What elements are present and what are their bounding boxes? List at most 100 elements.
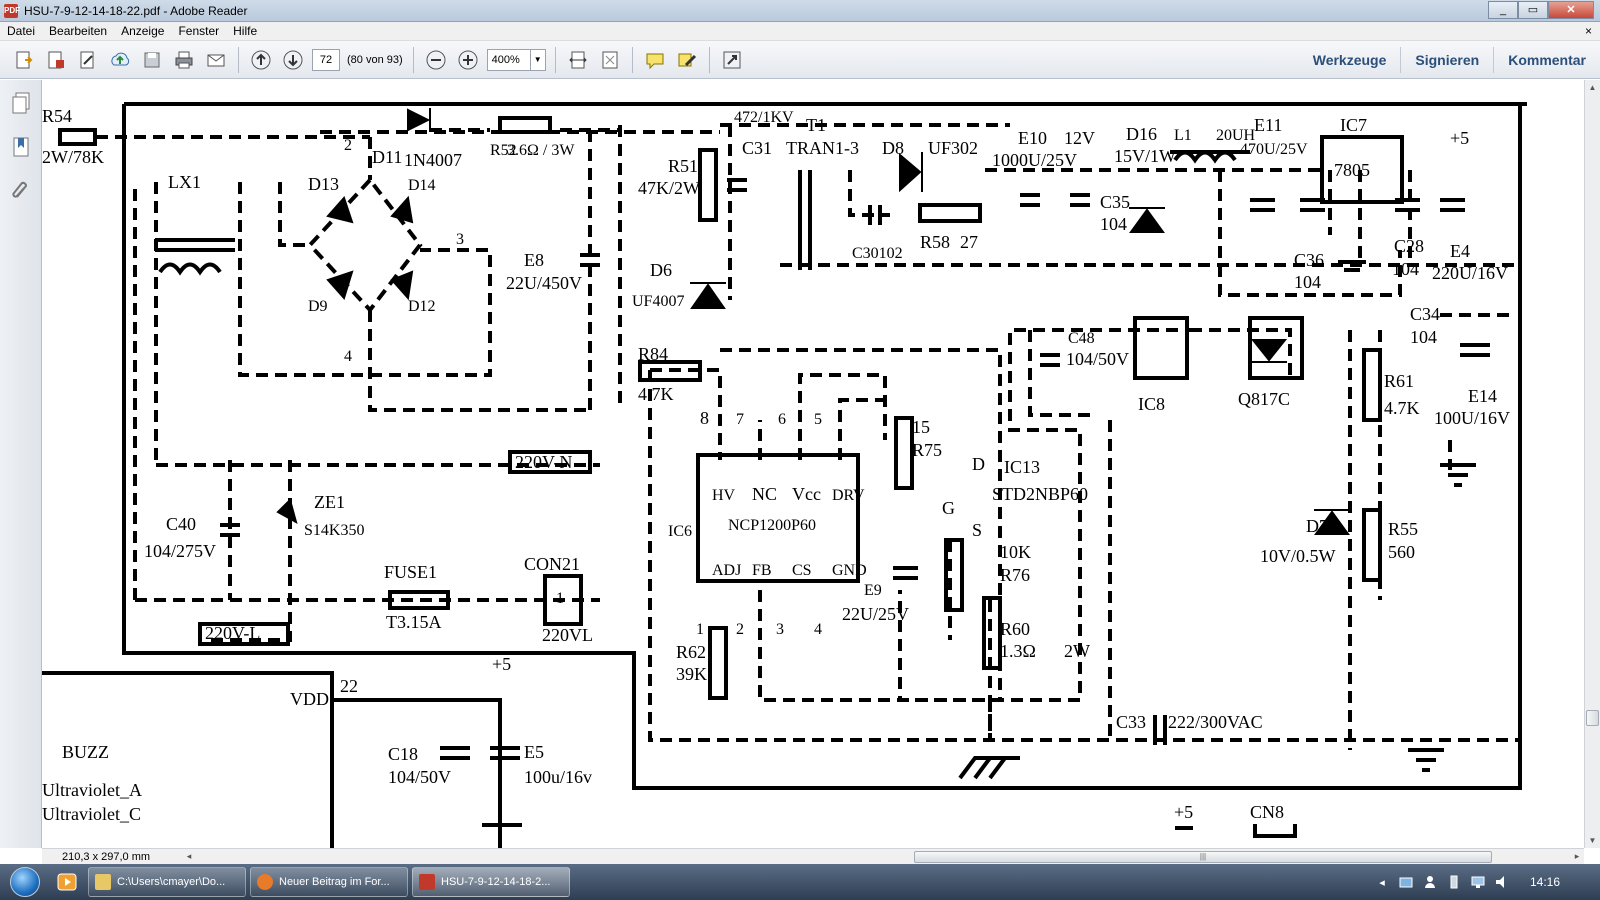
volume-icon[interactable] bbox=[1494, 874, 1510, 890]
highlight-icon[interactable] bbox=[674, 47, 700, 73]
page-count: (80 von 93) bbox=[347, 53, 403, 66]
tools-pane-link[interactable]: Werkzeuge bbox=[1299, 47, 1401, 73]
schematic-label: 104/50V bbox=[388, 767, 451, 787]
schematic-label: 100u/16v bbox=[524, 767, 592, 787]
fullscreen-icon[interactable] bbox=[719, 47, 745, 73]
page-number-input[interactable]: 72 bbox=[312, 48, 340, 71]
combine-files-icon[interactable] bbox=[43, 47, 69, 73]
edit-icon[interactable] bbox=[75, 47, 101, 73]
zoom-dropdown-arrow[interactable]: ▼ bbox=[529, 48, 546, 71]
vertical-scroll-thumb[interactable] bbox=[1586, 710, 1599, 726]
tray-expand-icon[interactable]: ◂ bbox=[1374, 874, 1390, 890]
schematic-label: 222/300VAC bbox=[1168, 712, 1263, 732]
usb-device-icon[interactable] bbox=[1446, 874, 1462, 890]
schematic-label: C48 bbox=[1068, 330, 1095, 347]
schematic-label: 1.3Ω bbox=[1000, 641, 1036, 661]
scroll-down-arrow[interactable]: ▼ bbox=[1585, 833, 1600, 848]
close-button[interactable]: ✕ bbox=[1548, 1, 1594, 19]
schematic-label: 22 bbox=[340, 676, 358, 696]
zoom-out-icon[interactable] bbox=[423, 47, 449, 73]
taskbar-firefox[interactable]: Neuer Beitrag im For... bbox=[250, 867, 408, 897]
previous-page-icon[interactable] bbox=[248, 47, 274, 73]
schematic-label: D7 bbox=[1306, 516, 1328, 536]
schematic-label: D11 bbox=[372, 147, 402, 167]
scroll-up-arrow[interactable]: ▲ bbox=[1585, 80, 1600, 95]
bookmarks-icon[interactable] bbox=[6, 132, 36, 162]
horizontal-scroll-thumb[interactable]: ||| bbox=[914, 850, 1492, 863]
scroll-left-arrow[interactable]: ◂ bbox=[182, 851, 196, 862]
save-icon[interactable] bbox=[139, 47, 165, 73]
maximize-button[interactable]: ▭ bbox=[1518, 1, 1548, 19]
menu-bar: Datei Bearbeiten Anzeige Fenster Hilfe × bbox=[0, 22, 1600, 41]
people-icon[interactable] bbox=[1422, 874, 1438, 890]
menu-datei[interactable]: Datei bbox=[0, 24, 42, 38]
schematic-label: C40 bbox=[166, 514, 196, 534]
schematic-label: 3 bbox=[456, 231, 464, 248]
horizontal-scrollbar[interactable]: ||| bbox=[196, 850, 1570, 864]
schematic-label: D13 bbox=[308, 174, 339, 194]
schematic-label: Ultraviolet_C bbox=[42, 804, 141, 824]
schematic-label: 15 bbox=[912, 417, 930, 437]
schematic-label: GND bbox=[832, 562, 867, 579]
schematic-label: IC7 bbox=[1340, 115, 1367, 135]
messenger-icon[interactable] bbox=[1398, 874, 1414, 890]
schematic-label: T3.15A bbox=[386, 612, 442, 632]
taskbar-explorer[interactable]: C:\Users\cmayer\Do... bbox=[88, 867, 246, 897]
create-pdf-icon[interactable] bbox=[11, 47, 37, 73]
pdf-icon bbox=[419, 874, 435, 890]
folder-icon bbox=[95, 874, 111, 890]
taskbar-adobe-reader[interactable]: HSU-7-9-12-14-18-2... bbox=[412, 867, 570, 897]
schematic-label: R51 bbox=[668, 156, 698, 176]
menu-bearbeiten[interactable]: Bearbeiten bbox=[42, 24, 114, 38]
cloud-upload-icon[interactable] bbox=[107, 47, 133, 73]
schematic-label: Ultraviolet_A bbox=[42, 780, 142, 800]
schematic-label: 10K bbox=[1000, 542, 1031, 562]
system-tray: ◂ 14:16 bbox=[1370, 864, 1600, 900]
attachments-icon[interactable] bbox=[6, 176, 36, 206]
fit-page-icon[interactable] bbox=[597, 47, 623, 73]
taskbar-clock[interactable]: 14:16 bbox=[1530, 875, 1560, 889]
schematic-label: G bbox=[942, 498, 955, 518]
schematic-label: 220V-N bbox=[515, 452, 572, 472]
schematic-label: D6 bbox=[650, 260, 672, 280]
schematic-label: NCP1200P60 bbox=[728, 517, 816, 534]
page-thumbnails-icon[interactable] bbox=[6, 88, 36, 118]
comment-icon[interactable] bbox=[642, 47, 668, 73]
menu-hilfe[interactable]: Hilfe bbox=[226, 24, 264, 38]
minimize-button[interactable]: _ bbox=[1488, 1, 1518, 19]
start-button[interactable] bbox=[0, 864, 50, 900]
schematic-label: 15V/1W bbox=[1114, 146, 1176, 166]
schematic-label: UF4007 bbox=[632, 293, 684, 310]
windows-logo-icon bbox=[10, 867, 40, 897]
next-page-icon[interactable] bbox=[280, 47, 306, 73]
sign-pane-link[interactable]: Signieren bbox=[1400, 47, 1493, 73]
schematic-label: 2 bbox=[736, 621, 744, 638]
adobe-reader-icon: PDF bbox=[4, 3, 20, 18]
zoom-in-icon[interactable] bbox=[455, 47, 481, 73]
toolbar-separator bbox=[708, 46, 710, 73]
schematic-label: CS bbox=[792, 562, 812, 579]
schematic-label: 104 bbox=[1294, 272, 1321, 292]
schematic-label: 7805 bbox=[1334, 160, 1370, 180]
schematic-label: R62 bbox=[676, 642, 706, 662]
fit-width-icon[interactable] bbox=[565, 47, 591, 73]
schematic-label: +5 bbox=[1174, 802, 1193, 822]
scroll-right-arrow[interactable]: ▸ bbox=[1570, 851, 1584, 862]
menu-anzeige[interactable]: Anzeige bbox=[114, 24, 171, 38]
print-icon[interactable] bbox=[171, 47, 197, 73]
email-icon[interactable] bbox=[203, 47, 229, 73]
menu-fenster[interactable]: Fenster bbox=[171, 24, 226, 38]
vertical-scrollbar[interactable]: ▲ ▼ bbox=[1584, 80, 1600, 848]
schematic-label: 470U/25V bbox=[1240, 141, 1308, 158]
media-player-icon[interactable] bbox=[54, 868, 80, 896]
document-view[interactable]: R54 2W/78K 2 D11 1N4007 R52 3.6Ω / 3W 472/1KV T1… bbox=[42, 80, 1584, 848]
toolbar: 72 (80 von 93) 400% ▼ Werkzeuge Signiere… bbox=[0, 41, 1600, 79]
document-close-button[interactable]: × bbox=[1585, 24, 1592, 38]
schematic-label: E10 bbox=[1018, 128, 1047, 148]
network-icon[interactable] bbox=[1470, 874, 1486, 890]
schematic-label: 104/275V bbox=[144, 541, 216, 561]
zoom-level-input[interactable]: 400% bbox=[486, 48, 531, 71]
schematic-label: R84 bbox=[638, 344, 668, 364]
comment-pane-link[interactable]: Kommentar bbox=[1493, 47, 1600, 73]
schematic-label: DRV bbox=[832, 487, 865, 504]
